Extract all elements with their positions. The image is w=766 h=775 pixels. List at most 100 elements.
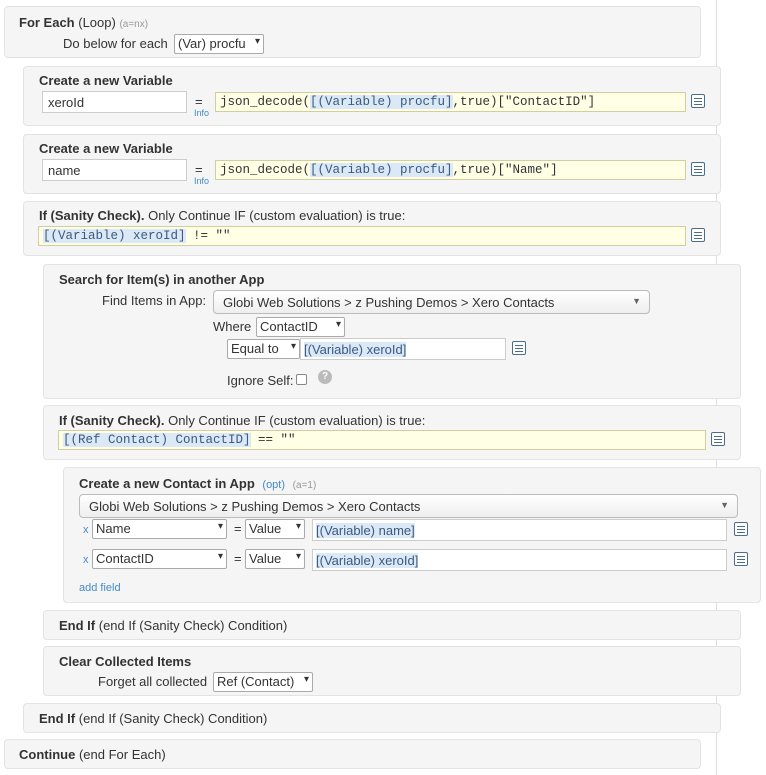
code-token: [(Variable) xeroId] bbox=[316, 553, 419, 568]
search-app-value: Globi Web Solutions > z Pushing Demos > … bbox=[223, 295, 555, 310]
code-token: [(Variable) xeroId] bbox=[43, 229, 186, 243]
code-text: ,true)["Name"] bbox=[452, 163, 558, 177]
if-1-title: If (Sanity Check). bbox=[39, 208, 145, 223]
equals-sign: = bbox=[195, 94, 203, 109]
value-type-value: Value bbox=[249, 551, 282, 566]
variable-1-expression[interactable]: json_decode([(Variable) procfu],true)["C… bbox=[215, 92, 686, 112]
end-if-outer-title: End If bbox=[39, 711, 76, 726]
list-edit-icon[interactable] bbox=[734, 522, 748, 536]
find-items-label: Find Items in App: bbox=[102, 293, 207, 308]
continue-panel: Continue (end For Each) bbox=[4, 739, 701, 769]
info-link[interactable]: Info bbox=[194, 176, 209, 186]
field-value-input[interactable]: [(Variable) name] bbox=[312, 519, 727, 541]
ignore-self-label: Ignore Self: bbox=[227, 373, 294, 388]
if-1-expression[interactable]: [(Variable) xeroId] != "" bbox=[38, 226, 686, 246]
end-if-panel-inner: End If (end If (Sanity Check) Condition) bbox=[43, 610, 741, 640]
search-app-select[interactable]: Globi Web Solutions > z Pushing Demos > … bbox=[213, 290, 650, 314]
list-edit-icon[interactable] bbox=[512, 341, 526, 355]
continue-title: Continue bbox=[19, 747, 76, 762]
clear-collected-panel: Clear Collected Items Forget all collect… bbox=[43, 646, 741, 696]
if-2-title: If (Sanity Check). bbox=[59, 413, 165, 428]
create-contact-panel: Create a new Contact in App (opt) (a=1) … bbox=[63, 467, 761, 603]
continue-desc: (end For Each) bbox=[78, 747, 166, 762]
remove-field-icon[interactable]: x bbox=[83, 524, 89, 536]
create-heading: Create a new Contact in App (opt) (a=1) bbox=[79, 476, 316, 491]
equals-sign: = bbox=[234, 521, 242, 536]
if-2-expression[interactable]: [(Ref Contact) ContactID] == "" bbox=[58, 430, 706, 450]
add-field-link[interactable]: add field bbox=[79, 582, 121, 594]
opt-link[interactable]: (opt) bbox=[262, 479, 285, 491]
chevron-down-icon: ▾ bbox=[335, 319, 341, 330]
end-if-outer-desc: (end If (Sanity Check) Condition) bbox=[78, 711, 268, 726]
loop-var-value: (Var) procfu bbox=[178, 36, 246, 51]
chevron-down-icon: ▼ bbox=[720, 500, 729, 510]
where-field-value: ContactID bbox=[260, 319, 318, 334]
search-title: Search for Item(s) in another App bbox=[59, 272, 265, 287]
field-name-value: Name bbox=[96, 521, 131, 536]
create-variable-panel-1: Create a new Variable xeroId = Info json… bbox=[23, 66, 721, 126]
code-token: [(Variable) name] bbox=[316, 523, 415, 538]
code-token: [(Variable) procfu] bbox=[310, 163, 453, 177]
forget-select[interactable]: Ref (Contact) ▾ bbox=[213, 672, 313, 692]
if-sanity-check-panel-2: If (Sanity Check). Only Continue IF (cus… bbox=[43, 405, 741, 460]
operator-value: Equal to bbox=[231, 341, 279, 356]
clear-title: Clear Collected Items bbox=[59, 654, 192, 669]
code-text: == "" bbox=[250, 433, 296, 447]
operator-select[interactable]: Equal to ▾ bbox=[227, 339, 300, 359]
end-if-inner-desc: (end If (Sanity Check) Condition) bbox=[98, 618, 288, 633]
info-link[interactable]: Info bbox=[194, 108, 209, 118]
chevron-down-icon: ▾ bbox=[290, 341, 296, 352]
loop-meta: (a=nx) bbox=[119, 19, 149, 30]
field-name-select[interactable]: ContactID ▾ bbox=[92, 549, 227, 569]
for-each-panel: For Each (Loop) (a=nx) Do below for each… bbox=[4, 6, 701, 58]
code-token: [(Ref Contact) ContactID] bbox=[63, 433, 251, 447]
do-below-label: Do below for each bbox=[63, 36, 168, 51]
search-items-panel: Search for Item(s) in another App Find I… bbox=[43, 264, 741, 399]
value-type-select[interactable]: Value ▾ bbox=[245, 519, 305, 539]
list-edit-icon[interactable] bbox=[691, 162, 705, 176]
value-type-value: Value bbox=[249, 521, 282, 536]
equals-sign: = bbox=[234, 551, 242, 566]
field-name-value: ContactID bbox=[96, 551, 154, 566]
chevron-down-icon: ▾ bbox=[295, 521, 301, 532]
field-name-select[interactable]: Name ▾ bbox=[92, 519, 227, 539]
end-if-panel-outer: End If (end If (Sanity Check) Condition) bbox=[23, 703, 721, 733]
where-field-select[interactable]: ContactID ▾ bbox=[256, 317, 345, 337]
value-type-select[interactable]: Value ▾ bbox=[245, 549, 305, 569]
variable-2-expression[interactable]: json_decode([(Variable) procfu],true)["N… bbox=[215, 160, 686, 180]
search-value-field[interactable]: [(Variable) xeroId] bbox=[300, 338, 506, 360]
continue-heading: Continue (end For Each) bbox=[19, 747, 166, 762]
end-if-inner-heading: End If (end If (Sanity Check) Condition) bbox=[59, 618, 287, 633]
forget-value: Ref (Contact) bbox=[217, 674, 295, 689]
remove-field-icon[interactable]: x bbox=[83, 554, 89, 566]
create-app-value: Globi Web Solutions > z Pushing Demos > … bbox=[89, 499, 421, 514]
list-edit-icon[interactable] bbox=[711, 432, 725, 446]
list-edit-icon[interactable] bbox=[734, 552, 748, 566]
list-edit-icon[interactable] bbox=[691, 228, 705, 242]
if-2-desc: Only Continue IF (custom evaluation) is … bbox=[168, 413, 426, 428]
end-if-outer-heading: End If (end If (Sanity Check) Condition) bbox=[39, 711, 267, 726]
code-text: != "" bbox=[185, 229, 231, 243]
help-icon[interactable]: ? bbox=[318, 370, 332, 384]
end-if-inner-title: End If bbox=[59, 618, 96, 633]
create-meta: (a=1) bbox=[292, 480, 317, 491]
loop-var-select[interactable]: (Var) procfu ▾ bbox=[174, 34, 264, 54]
equals-sign: = bbox=[195, 162, 203, 177]
loop-title-paren: (Loop) bbox=[78, 15, 116, 30]
ignore-self-checkbox[interactable] bbox=[296, 374, 307, 385]
create-app-select[interactable]: Globi Web Solutions > z Pushing Demos > … bbox=[79, 494, 738, 518]
if-sanity-check-panel-1: If (Sanity Check). Only Continue IF (cus… bbox=[23, 201, 721, 256]
create-variable-panel-2: Create a new Variable name = Info json_d… bbox=[23, 134, 721, 194]
variable-2-name-input[interactable]: name bbox=[42, 159, 187, 181]
variable-2-title: Create a new Variable bbox=[39, 141, 173, 156]
variable-1-name-input[interactable]: xeroId bbox=[42, 91, 187, 113]
list-edit-icon[interactable] bbox=[691, 94, 705, 108]
code-text: json_decode( bbox=[220, 95, 311, 109]
chevron-down-icon: ▼ bbox=[632, 296, 641, 306]
loop-title: For Each bbox=[19, 15, 75, 30]
chevron-down-icon: ▾ bbox=[254, 36, 260, 47]
code-token: [(Variable) xeroId] bbox=[304, 342, 407, 357]
field-value-input[interactable]: [(Variable) xeroId] bbox=[312, 549, 727, 571]
chevron-down-icon: ▾ bbox=[217, 551, 223, 562]
if-1-heading: If (Sanity Check). Only Continue IF (cus… bbox=[39, 208, 405, 223]
